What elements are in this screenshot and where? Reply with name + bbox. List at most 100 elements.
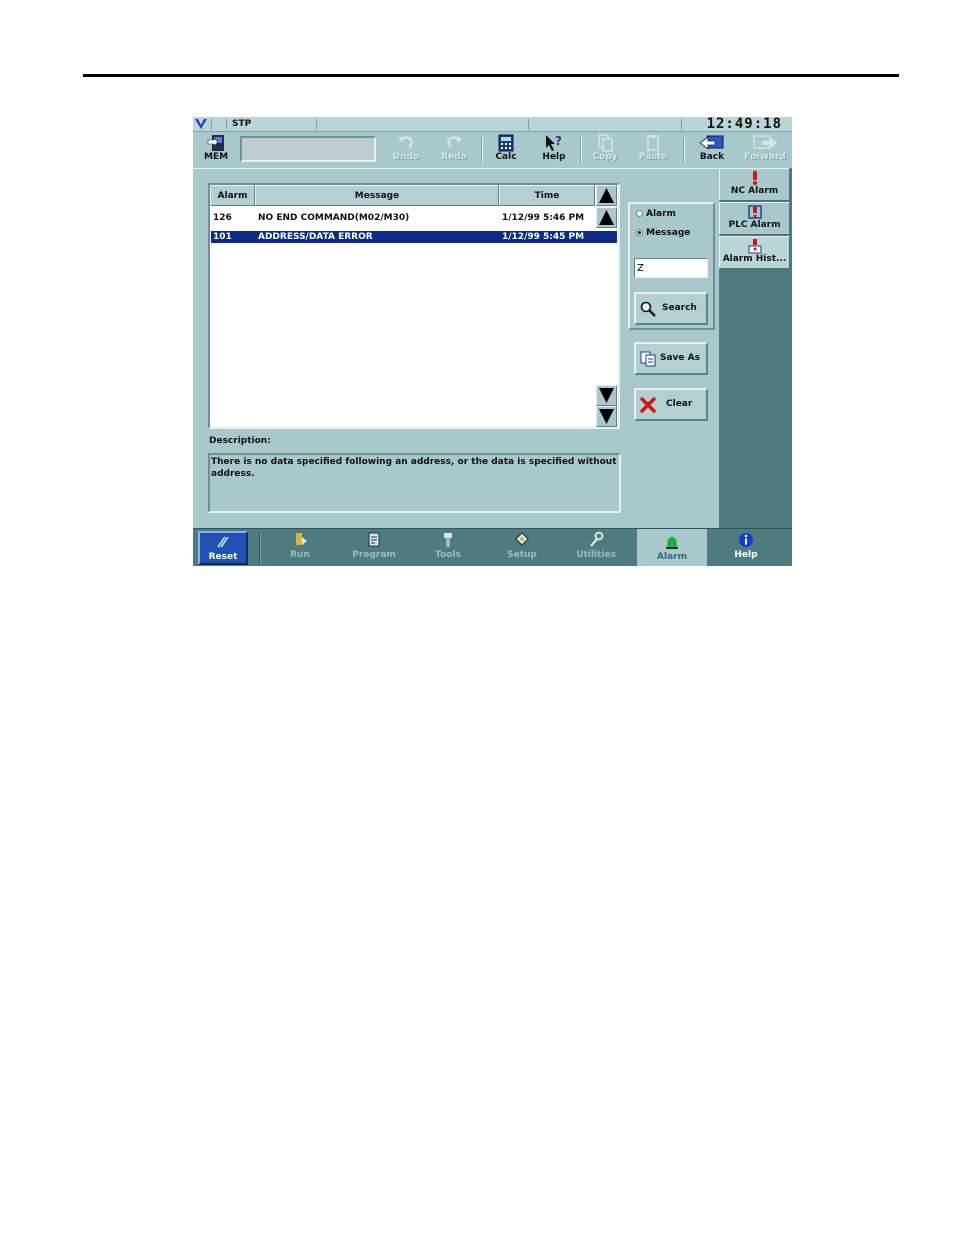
alarm-history-panel: Alarm Message Time 126 NO END COMMAND(M0…	[193, 168, 719, 528]
wrench-icon	[590, 531, 604, 547]
copy-label: Copy	[592, 152, 618, 162]
column-header-time[interactable]: Time	[499, 185, 595, 206]
nav-tools-label: Tools	[435, 550, 461, 560]
description-text: There is no data specified following an …	[208, 453, 621, 513]
nav-help[interactable]: Help	[711, 531, 781, 565]
logo-icon	[195, 119, 207, 129]
reset-button[interactable]: Reset	[198, 531, 248, 565]
nav-program-label: Program	[352, 550, 396, 560]
help-pointer-icon: ?	[546, 134, 562, 151]
magnifier-icon	[640, 301, 656, 317]
mem-button[interactable]: MEM	[195, 134, 237, 164]
table-row-selected[interactable]: 101 ADDRESS/DATA ERROR 1/12/99 5:45 PM	[211, 231, 617, 243]
search-button-label: Search	[662, 303, 697, 313]
undo-button[interactable]: Undo	[383, 134, 429, 164]
redo-label: Redo	[441, 152, 467, 162]
copy-icon	[598, 134, 613, 152]
cnc-alarm-screen: STP 12:49:18 MEM Undo Redo Calc ? Help C…	[193, 117, 792, 566]
clear-button[interactable]: Clear	[634, 388, 708, 421]
nav-setup-label: Setup	[507, 550, 537, 560]
alarm-time: 1/12/99 5:45 PM	[502, 232, 585, 242]
save-as-button[interactable]: Save As	[634, 342, 708, 375]
alarm-side-tabs: NC Alarm PLC Alarm Alarm Hist...	[719, 168, 792, 528]
machine-mode: STP	[232, 119, 252, 129]
radio-alarm-label: Alarm	[646, 209, 676, 219]
alarm-beacon-icon	[666, 537, 678, 549]
status-separator	[681, 119, 682, 130]
paste-button[interactable]: Paste	[630, 134, 676, 164]
help-label: Help	[542, 152, 566, 162]
toolbar-separator	[683, 137, 685, 163]
alarm-message: NO END COMMAND(M02/M30)	[258, 213, 410, 223]
program-icon	[368, 532, 380, 547]
setup-icon	[515, 532, 529, 546]
run-icon	[296, 533, 307, 545]
radio-message[interactable]: Message	[636, 228, 690, 238]
nav-utilities[interactable]: Utilities	[561, 531, 631, 565]
status-bar: STP 12:49:18	[193, 117, 792, 132]
undo-icon	[398, 136, 413, 148]
status-separator	[316, 119, 317, 130]
nav-tools[interactable]: Tools	[413, 531, 483, 565]
reset-label: Reset	[208, 552, 238, 562]
page-up-button[interactable]	[596, 185, 617, 206]
nav-run[interactable]: Run	[265, 531, 335, 565]
save-as-icon	[640, 351, 656, 367]
nav-program[interactable]: Program	[339, 531, 409, 565]
page-header-rule	[83, 74, 899, 77]
radio-button-selected-icon	[636, 229, 643, 236]
forward-button[interactable]: Forward	[739, 134, 791, 164]
triangle-up-icon	[599, 210, 614, 225]
scroll-down-button[interactable]	[596, 385, 617, 406]
alarm-table-header: Alarm Message Time	[210, 185, 596, 206]
radio-button-icon	[636, 210, 643, 217]
column-header-alarm[interactable]: Alarm	[210, 185, 255, 206]
nav-help-label: Help	[734, 550, 758, 560]
alarm-time: 1/12/99 5:46 PM	[502, 213, 585, 223]
copy-button[interactable]: Copy	[582, 134, 628, 164]
tab-nc-alarm[interactable]: NC Alarm	[719, 168, 790, 201]
svg-text:?: ?	[555, 134, 562, 148]
nav-run-label: Run	[290, 550, 310, 560]
tab-alarm-history-label: Alarm Hist...	[722, 254, 787, 264]
radio-message-label: Message	[646, 228, 691, 238]
mem-program-field[interactable]	[240, 136, 376, 162]
reset-icon	[217, 536, 229, 548]
table-row[interactable]: 126 NO END COMMAND(M02/M30) 1/12/99 5:46…	[211, 212, 617, 224]
search-button[interactable]: Search	[634, 292, 708, 325]
radio-alarm[interactable]: Alarm	[636, 209, 676, 219]
alarm-table[interactable]: Alarm Message Time 126 NO END COMMAND(M0…	[208, 183, 620, 429]
calc-button[interactable]: Calc	[483, 134, 529, 164]
status-separator	[211, 119, 212, 130]
nav-setup[interactable]: Setup	[487, 531, 557, 565]
info-icon	[739, 533, 753, 547]
help-toolbar-button[interactable]: ? Help	[531, 134, 577, 164]
tab-nc-alarm-label: NC Alarm	[730, 186, 779, 196]
nav-alarm-label: Alarm	[657, 552, 687, 562]
calculator-icon	[498, 134, 514, 152]
tab-plc-alarm[interactable]: PLC Alarm	[719, 202, 790, 235]
mem-label: MEM	[203, 152, 229, 162]
triangle-down-icon	[599, 388, 614, 403]
search-group: Alarm Message Search	[628, 202, 715, 330]
nav-alarm[interactable]: Alarm	[637, 529, 707, 566]
column-header-message[interactable]: Message	[255, 185, 499, 206]
bottom-nav: Reset Run Program Tools Setup Utilities …	[193, 528, 792, 566]
clear-label: Clear	[666, 399, 693, 409]
paste-icon	[647, 135, 659, 151]
nav-separator	[259, 532, 261, 564]
back-button[interactable]: Back	[689, 134, 735, 164]
forward-arrow-icon	[753, 135, 777, 149]
tab-alarm-history[interactable]: Alarm Hist...	[719, 236, 790, 269]
paste-label: Paste	[638, 152, 668, 162]
search-input[interactable]	[634, 258, 708, 278]
back-arrow-icon	[699, 135, 724, 150]
plc-alarm-icon	[747, 205, 762, 219]
description-label: Description:	[209, 436, 271, 446]
redo-button[interactable]: Redo	[431, 134, 477, 164]
alarm-number: 101	[213, 232, 232, 242]
redo-icon	[447, 136, 462, 148]
scroll-up-button[interactable]	[596, 207, 617, 228]
triangle-down-icon	[599, 409, 614, 424]
page-down-button[interactable]	[596, 406, 617, 427]
